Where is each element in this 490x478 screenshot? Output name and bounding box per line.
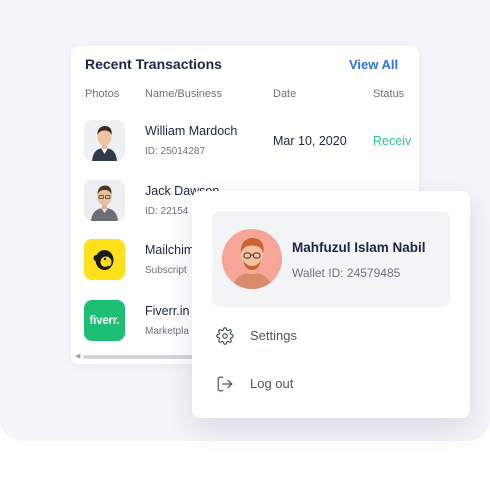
wallet-id: Wallet ID: 24579485 xyxy=(292,266,401,280)
row-id: Marketpla xyxy=(145,326,189,337)
row-name: Mailchim xyxy=(145,243,195,257)
row-id: Subscript xyxy=(145,265,187,276)
row-id: ID: 25014287 xyxy=(145,146,206,157)
person-avatar xyxy=(84,180,125,221)
row-date: Mar 10, 2020 xyxy=(273,134,347,148)
person-avatar xyxy=(84,120,125,161)
column-header-photos: Photos xyxy=(85,88,120,100)
row-name: William Mardoch xyxy=(145,124,238,138)
card-title: Recent Transactions xyxy=(85,56,222,72)
view-all-link[interactable]: View All xyxy=(349,57,398,72)
fiverr-logo: fiverr. xyxy=(84,300,125,341)
column-header-date: Date xyxy=(273,88,297,100)
gear-icon xyxy=(216,327,234,345)
column-header-name: Name/Business xyxy=(145,88,223,100)
column-header-status: Status xyxy=(373,88,405,100)
avatar xyxy=(222,229,282,289)
scroll-left-icon[interactable]: ◀ xyxy=(75,352,80,362)
row-id: ID: 22154 xyxy=(145,206,189,217)
row-name: Fiverr.in xyxy=(145,304,190,318)
profile-dropdown: Mahfuzul Islam Nabil Wallet ID: 24579485… xyxy=(192,191,470,418)
profile-name: Mahfuzul Islam Nabil xyxy=(292,240,426,255)
logout-icon xyxy=(216,375,234,393)
settings-menu-item[interactable]: Settings xyxy=(212,319,450,353)
table-row[interactable]: William Mardoch ID: 25014287 Mar 10, 202… xyxy=(71,116,419,164)
mailchimp-logo xyxy=(84,239,125,280)
profile-summary: Mahfuzul Islam Nabil Wallet ID: 24579485 xyxy=(212,211,450,307)
fiverr-logo-text: fiverr. xyxy=(89,314,120,327)
logout-label: Log out xyxy=(250,376,294,391)
settings-label: Settings xyxy=(250,328,297,343)
status-badge: Receiv xyxy=(373,134,412,148)
logout-menu-item[interactable]: Log out xyxy=(212,367,450,401)
